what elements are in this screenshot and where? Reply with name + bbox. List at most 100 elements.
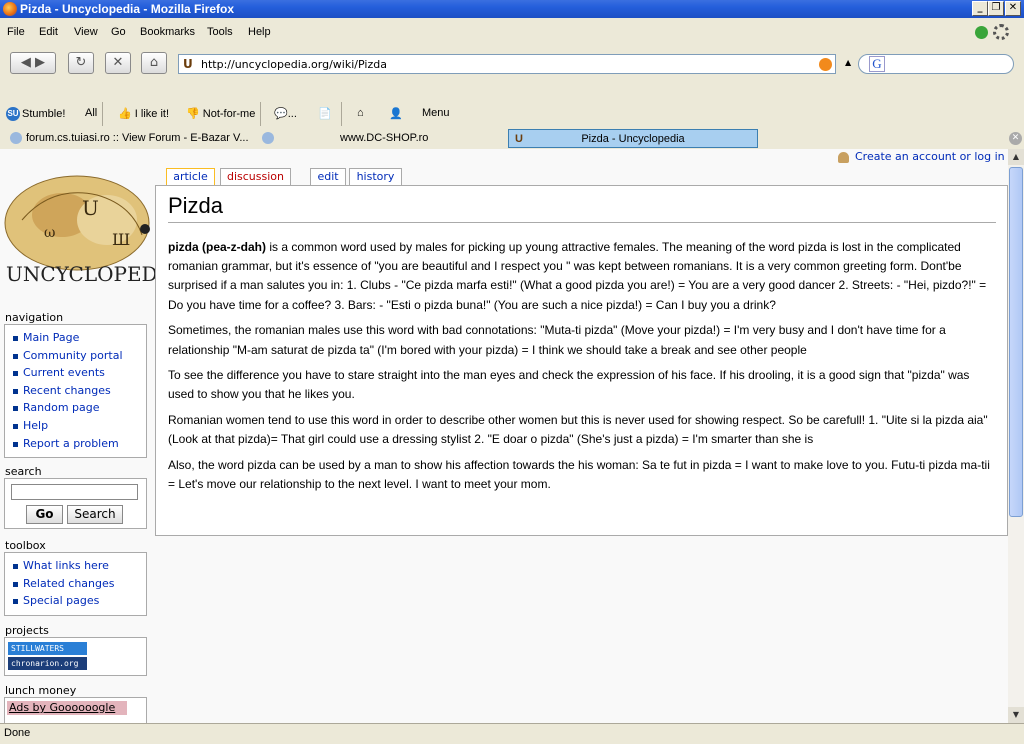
lunch-money-portlet: Ads by Goooooogle bbox=[4, 697, 147, 723]
projects-heading: projects bbox=[5, 624, 49, 637]
toolbox-heading: toolbox bbox=[5, 539, 46, 552]
all-dropdown[interactable]: All bbox=[85, 107, 97, 119]
menu-file[interactable]: File bbox=[7, 26, 25, 38]
nav-current-events[interactable]: Current events bbox=[5, 364, 146, 382]
site-favicon-icon: U bbox=[183, 57, 193, 71]
like-button[interactable]: 👍 I like it! bbox=[118, 107, 169, 120]
toolbox-portlet: What links here Related changes Special … bbox=[4, 552, 147, 616]
separator bbox=[341, 102, 342, 126]
firefox-icon bbox=[3, 2, 17, 16]
tab-dc-shop[interactable]: www.DC-SHOP.ro bbox=[262, 129, 508, 148]
article-body: pizda (pea-z-dah) is a common word used … bbox=[168, 238, 998, 501]
menu-view[interactable]: View bbox=[74, 26, 98, 38]
nav-report-problem[interactable]: Report a problem bbox=[5, 435, 146, 453]
scroll-thumb[interactable] bbox=[1009, 167, 1023, 517]
paragraph: Also, the word pizda can be used by a ma… bbox=[168, 458, 990, 492]
stumbleupon-icon: SU bbox=[6, 107, 20, 121]
home-icon[interactable]: ⌂ bbox=[141, 52, 167, 74]
vertical-scrollbar[interactable]: ▲ ▼ bbox=[1008, 149, 1024, 723]
svg-text:ω: ω bbox=[44, 225, 55, 241]
close-button[interactable]: ✕ bbox=[1005, 1, 1021, 16]
tab-forum[interactable]: forum.cs.tuiasi.ro :: View Forum - E-Baz… bbox=[10, 129, 256, 148]
send-page-icon[interactable]: 📄 bbox=[318, 107, 332, 120]
stumble-menu-button[interactable]: Menu bbox=[422, 107, 450, 119]
toolbox-what-links-here[interactable]: What links here bbox=[5, 557, 146, 575]
tab-discussion[interactable]: discussion bbox=[220, 168, 291, 185]
toolbox-special-pages[interactable]: Special pages bbox=[5, 592, 146, 610]
url-text[interactable]: http://uncyclopedia.org/wiki/Pizda bbox=[201, 58, 387, 71]
logo-text: UNCYCLOPEDIA bbox=[6, 262, 180, 286]
comment-button[interactable]: 💬... bbox=[274, 107, 297, 120]
svg-text:U: U bbox=[82, 196, 99, 220]
go-button[interactable]: Go bbox=[26, 505, 63, 524]
navigation-toolbar: ◀ ▶ ↻ ✕ ⌂ U http://uncyclopedia.org/wiki… bbox=[0, 46, 1024, 80]
tab-favicon-icon bbox=[10, 132, 22, 145]
nav-help[interactable]: Help bbox=[5, 417, 146, 435]
scroll-down-icon[interactable]: ▼ bbox=[1008, 707, 1024, 723]
maximize-button[interactable]: ❐ bbox=[988, 1, 1004, 16]
user-icon bbox=[838, 151, 849, 163]
stop-icon[interactable]: ✕ bbox=[105, 52, 131, 74]
paragraph: Romanian women tend to use this word in … bbox=[168, 413, 988, 447]
menu-go[interactable]: Go bbox=[111, 26, 126, 38]
reload-icon[interactable]: ↻ bbox=[68, 52, 94, 74]
navigation-heading: navigation bbox=[5, 311, 64, 324]
stumble-button[interactable]: SU Stumble! bbox=[6, 107, 65, 121]
menu-bar: File Edit View Go Bookmarks Tools Help bbox=[0, 22, 1024, 42]
title-bar: Pizda - Uncyclopedia - Mozilla Firefox _… bbox=[0, 0, 1024, 18]
menu-tools[interactable]: Tools bbox=[207, 26, 233, 38]
throbber-icon bbox=[993, 24, 1009, 40]
thumbs-up-icon: 👍 bbox=[118, 108, 132, 120]
separator bbox=[102, 102, 103, 126]
tab-article[interactable]: article bbox=[166, 168, 215, 185]
rss-icon[interactable] bbox=[819, 58, 832, 71]
ads-link[interactable]: Ads by Goooooogle bbox=[7, 701, 127, 715]
status-text: Done bbox=[4, 727, 31, 739]
svg-text:Ш: Ш bbox=[112, 230, 130, 249]
scroll-up-icon[interactable]: ▲ bbox=[1008, 149, 1024, 165]
minimize-button[interactable]: _ bbox=[972, 1, 988, 16]
tab-bar: forum.cs.tuiasi.ro :: View Forum - E-Baz… bbox=[0, 129, 1024, 149]
lunch-money-heading: lunch money bbox=[5, 684, 77, 697]
nav-community-portal[interactable]: Community portal bbox=[5, 347, 146, 365]
separator bbox=[260, 102, 261, 126]
paragraph: Sometimes, the romanian males use this w… bbox=[168, 323, 946, 357]
toolbox-related-changes[interactable]: Related changes bbox=[5, 575, 146, 593]
search-heading: search bbox=[5, 465, 42, 478]
google-icon: G bbox=[869, 56, 885, 72]
nav-main-page[interactable]: Main Page bbox=[5, 329, 146, 347]
page-viewport: U ω Ш UNCYCLOPEDIA navigation Main Page … bbox=[0, 149, 1008, 723]
menu-help[interactable]: Help bbox=[248, 26, 271, 38]
content-area: Pizda pizda (pea-z-dah) is a common word… bbox=[155, 185, 1008, 536]
back-forward-button[interactable]: ◀ ▶ bbox=[10, 52, 56, 74]
not-for-me-button[interactable]: 👎 Not-for-me bbox=[186, 107, 255, 120]
tab-edit[interactable]: edit bbox=[310, 168, 346, 185]
close-tab-icon[interactable]: ✕ bbox=[1009, 132, 1022, 145]
update-icon[interactable] bbox=[975, 26, 988, 39]
projects-portlet: STILLWATERS chronarion.org bbox=[4, 637, 147, 676]
address-bar[interactable]: U http://uncyclopedia.org/wiki/Pizda bbox=[178, 54, 836, 74]
speech-bubble-icon: 💬 bbox=[274, 108, 288, 120]
profile-icon[interactable]: 👤 bbox=[389, 107, 403, 120]
create-account-link[interactable]: Create an account or log in bbox=[838, 150, 1005, 163]
search-portlet: Go Search bbox=[4, 478, 147, 529]
paragraph: pizda (pea-z-dah) is a common word used … bbox=[168, 240, 987, 312]
stillwaters-badge[interactable]: STILLWATERS bbox=[8, 642, 87, 655]
tab-history[interactable]: history bbox=[349, 168, 402, 185]
stumble-home-icon[interactable]: ⌂ bbox=[357, 107, 364, 119]
menu-bookmarks[interactable]: Bookmarks bbox=[140, 26, 195, 38]
thumbs-down-icon: 👎 bbox=[186, 108, 200, 120]
search-input[interactable] bbox=[11, 484, 138, 500]
nav-random-page[interactable]: Random page bbox=[5, 399, 146, 417]
stumble-toolbar: SU Stumble! All 👍 I like it! 👎 Not-for-me… bbox=[0, 100, 1024, 126]
search-button[interactable]: Search bbox=[67, 505, 123, 524]
tab-pizda[interactable]: U Pizda - Uncyclopedia bbox=[508, 129, 758, 148]
tab-favicon-icon bbox=[262, 132, 274, 145]
menu-edit[interactable]: Edit bbox=[39, 26, 58, 38]
search-box[interactable]: G bbox=[858, 54, 1014, 74]
chronarion-badge[interactable]: chronarion.org bbox=[8, 657, 87, 670]
search-engine-arrow-icon[interactable]: ▲ bbox=[845, 58, 851, 67]
status-bar: Done bbox=[0, 723, 1024, 744]
nav-recent-changes[interactable]: Recent changes bbox=[5, 382, 146, 400]
tab-favicon-icon: U bbox=[515, 133, 523, 145]
